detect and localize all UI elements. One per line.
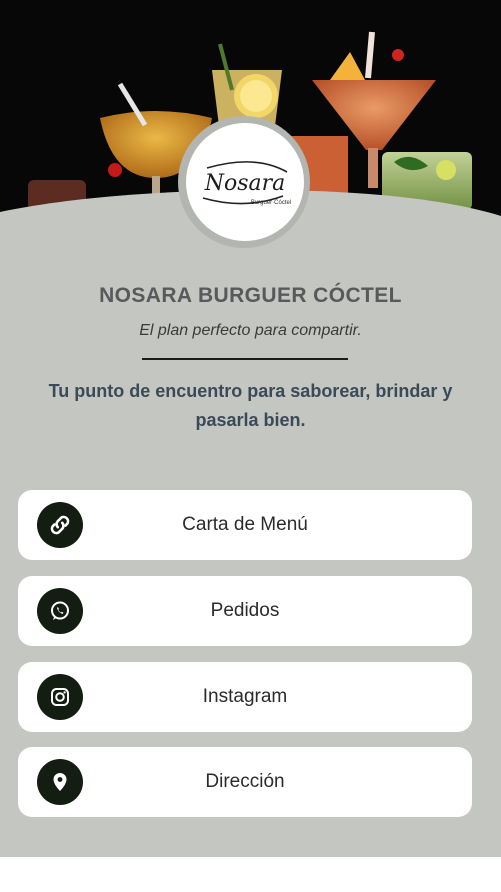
page-tagline: El plan perfecto para compartir. xyxy=(139,322,362,339)
menu-link-label: Carta de Menú xyxy=(182,514,308,535)
location-pin-icon xyxy=(37,759,83,805)
logo-wordmark: Nosara xyxy=(204,171,286,196)
page-footer xyxy=(0,857,501,892)
link-icon xyxy=(37,502,83,548)
divider xyxy=(142,358,348,360)
page-description: Tu punto de encuentro para saborear, bri… xyxy=(48,381,453,430)
avatar-logo: Nosara Burguer·Cóctel xyxy=(186,123,304,241)
logo-subtitle: Burguer·Cóctel xyxy=(251,200,291,206)
linkinbio-page: Nosara Burguer·Cóctel NOSARA BURGUER CÓC… xyxy=(0,0,501,892)
orders-link-button[interactable]: Pedidos xyxy=(18,576,472,646)
instagram-link-button[interactable]: Instagram xyxy=(18,662,472,732)
orders-link-label: Pedidos xyxy=(210,600,280,621)
whatsapp-icon xyxy=(37,588,83,634)
address-link-label: Dirección xyxy=(205,771,285,792)
address-link-button[interactable]: Dirección xyxy=(18,747,472,817)
instagram-icon xyxy=(37,674,83,720)
menu-link-button[interactable]: Carta de Menú xyxy=(18,490,472,560)
page-title: NOSARA BURGUER CÓCTEL xyxy=(99,284,402,307)
instagram-link-label: Instagram xyxy=(202,686,288,707)
